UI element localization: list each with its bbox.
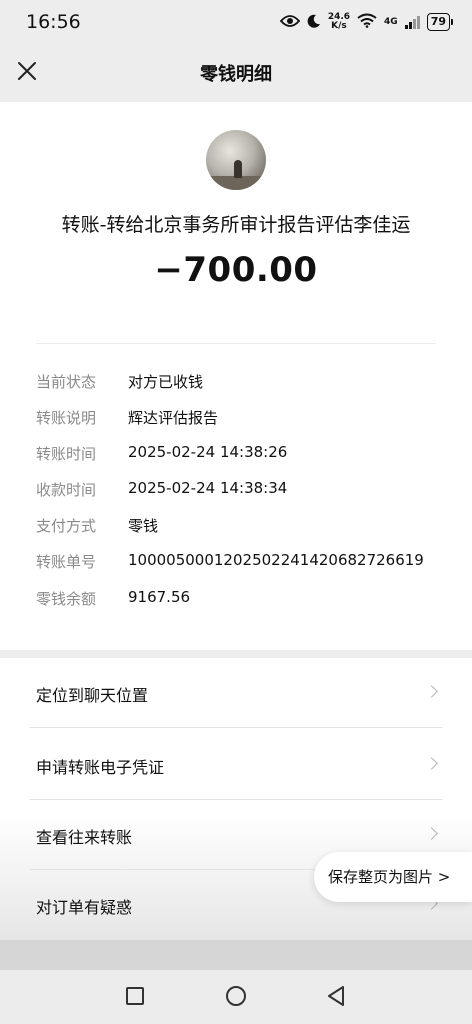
transfer-amount: −700.00 (154, 250, 318, 290)
detail-label: 收款时间 (36, 481, 97, 499)
square-icon[interactable] (126, 987, 144, 1005)
avatar-figure (234, 160, 242, 178)
circle-icon[interactable] (226, 986, 246, 1006)
detail-row-balance: 零钱余额 9167.56 (36, 588, 452, 612)
detail-value: 对方已收钱 (128, 373, 204, 391)
detail-value: 零钱 (128, 517, 159, 535)
battery-indicator: 79 (426, 13, 454, 31)
status-icons: 24.6 K/s 4G 79 (279, 13, 454, 32)
nav-bar: 零钱明细 (0, 44, 472, 102)
transfer-title: 转账-转给北京事务所审计报告评估李佳运 (61, 214, 411, 236)
detail-row-order-number: 转账单号 1000050001202502241420682726619 (36, 551, 452, 575)
action-label: 定位到聊天位置 (36, 686, 149, 705)
net-speed-unit: K/s (331, 21, 347, 31)
request-voucher-button[interactable]: 申请转账电子凭证 (0, 730, 472, 800)
chevron-right-icon (425, 757, 438, 770)
detail-row-receive-time: 收款时间 2025-02-24 14:38:34 (36, 479, 452, 503)
locate-chat-button[interactable]: 定位到聊天位置 (0, 658, 472, 728)
status-time: 16:56 (26, 11, 81, 33)
system-nav-bar (0, 970, 472, 1024)
avatar-ground (206, 176, 266, 190)
save-page-image-button[interactable]: 保存整页为图片 > (314, 852, 472, 902)
status-bar: 16:56 24.6 K/s 4G 79 (0, 0, 472, 44)
wifi-icon (357, 13, 377, 32)
detail-value: 辉达评估报告 (128, 409, 219, 427)
detail-label: 转账时间 (36, 445, 97, 463)
divider (30, 727, 442, 728)
divider (36, 343, 436, 344)
network-type: 4G (384, 16, 398, 27)
transfer-detail-card: 转账-转给北京事务所审计报告评估李佳运 −700.00 当前状态 对方已收钱 转… (0, 102, 472, 650)
moon-icon (307, 13, 321, 32)
detail-value: 2025-02-24 14:38:26 (128, 443, 288, 461)
detail-label: 转账单号 (36, 553, 97, 571)
chevron-right-icon (425, 827, 438, 840)
action-label: 对订单有疑惑 (36, 898, 133, 917)
detail-row-status: 当前状态 对方已收钱 (36, 371, 452, 395)
action-label: 查看往来转账 (36, 828, 133, 847)
detail-label: 转账说明 (36, 409, 97, 427)
detail-label: 支付方式 (36, 517, 97, 535)
avatar[interactable] (206, 130, 266, 190)
detail-row-transfer-time: 转账时间 2025-02-24 14:38:26 (36, 443, 452, 467)
detail-row-note: 转账说明 辉达评估报告 (36, 407, 452, 431)
detail-value[interactable]: 1000050001202502241420682726619 (128, 551, 424, 569)
chevron-right-icon (425, 685, 438, 698)
triangle-back-icon[interactable] (326, 985, 346, 1011)
page-title: 零钱明细 (200, 64, 272, 85)
detail-label: 当前状态 (36, 373, 97, 391)
signal-icon (404, 15, 420, 29)
detail-value: 9167.56 (128, 588, 191, 606)
detail-value: 2025-02-24 14:38:34 (128, 479, 288, 497)
bottom-background (0, 940, 472, 970)
net-speed: 24.6 K/s (328, 13, 350, 31)
action-label: 申请转账电子凭证 (36, 758, 165, 777)
detail-label: 零钱余额 (36, 590, 97, 608)
eye-icon (279, 13, 301, 32)
detail-row-payment-method: 支付方式 零钱 (36, 515, 452, 539)
